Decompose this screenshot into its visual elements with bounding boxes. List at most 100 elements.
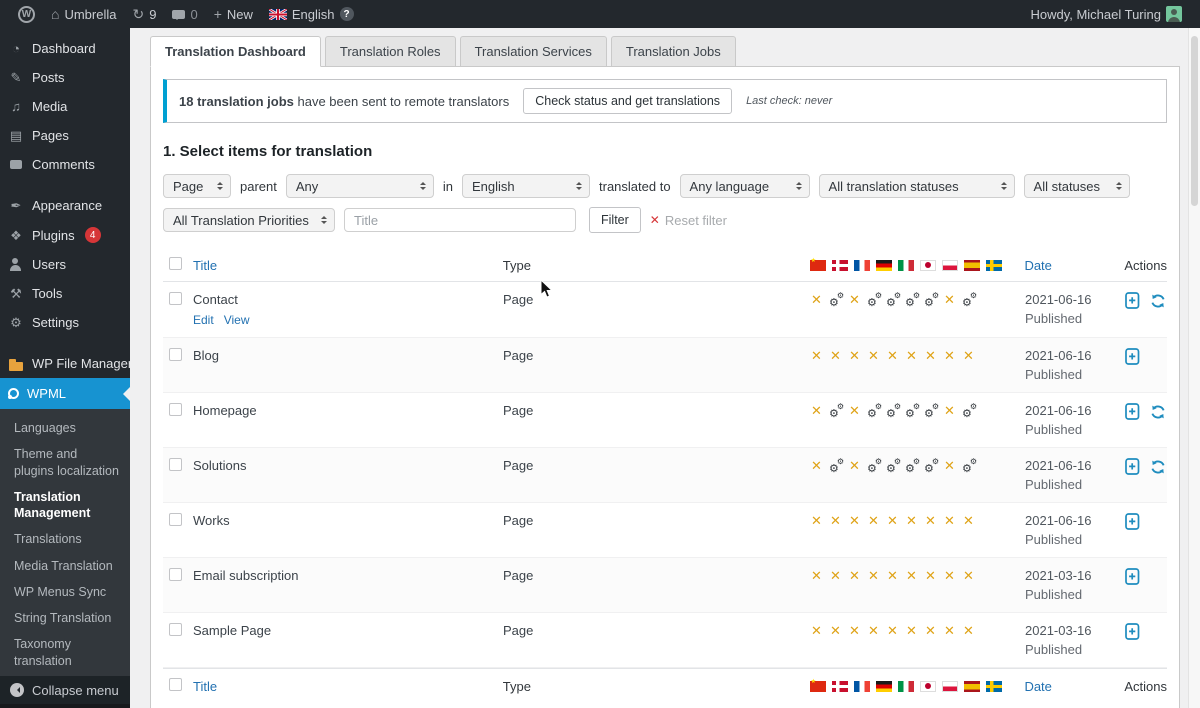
status-not-translated-icon[interactable]: ✕ — [848, 568, 861, 584]
status-not-translated-icon[interactable]: ✕ — [829, 568, 842, 584]
add-translation-icon[interactable] — [1125, 513, 1140, 530]
sidebar-item-media[interactable]: ♫Media — [0, 92, 130, 121]
row-checkbox[interactable] — [169, 568, 182, 581]
status-in-progress-icon[interactable]: ⚙⚙ — [962, 404, 975, 419]
status-not-translated-icon[interactable]: ✕ — [810, 623, 823, 639]
parent-select[interactable]: Any — [286, 174, 434, 198]
status-in-progress-icon[interactable]: ⚙⚙ — [924, 404, 937, 419]
status-in-progress-icon[interactable]: ⚙⚙ — [867, 293, 880, 308]
sidebar-item-dashboard[interactable]: ◔Dashboard — [0, 34, 130, 63]
sidebar-item-string-translation[interactable]: String Translation — [0, 605, 130, 631]
status-not-translated-icon[interactable]: ✕ — [905, 348, 918, 364]
add-translation-icon[interactable] — [1125, 458, 1140, 475]
status-not-translated-icon[interactable]: ✕ — [943, 292, 956, 308]
priority-select[interactable]: All Translation Priorities — [163, 208, 335, 232]
status-not-translated-icon[interactable]: ✕ — [943, 568, 956, 584]
wp-logo-menu[interactable]: W — [10, 0, 43, 28]
sidebar-item-posts[interactable]: ✎Posts — [0, 63, 130, 92]
sync-translation-icon[interactable] — [1150, 459, 1166, 475]
sidebar-item-translations[interactable]: Translations — [0, 526, 130, 552]
status-not-translated-icon[interactable]: ✕ — [943, 403, 956, 419]
title-column-footer[interactable]: Title — [193, 679, 217, 694]
row-checkbox[interactable] — [169, 623, 182, 636]
date-column-footer[interactable]: Date — [1024, 679, 1051, 694]
sidebar-item-wp-menus-sync[interactable]: WP Menus Sync — [0, 579, 130, 605]
date-column-header[interactable]: Date — [1024, 258, 1051, 273]
status-in-progress-icon[interactable]: ⚙⚙ — [886, 404, 899, 419]
sidebar-item-comments[interactable]: Comments — [0, 150, 130, 179]
sidebar-item-translation-management[interactable]: Translation Management — [0, 484, 130, 527]
status-in-progress-icon[interactable]: ⚙⚙ — [924, 459, 937, 474]
status-in-progress-icon[interactable]: ⚙⚙ — [886, 459, 899, 474]
scrollbar[interactable] — [1188, 28, 1200, 708]
sidebar-item-tools[interactable]: ⚒Tools — [0, 279, 130, 308]
status-in-progress-icon[interactable]: ⚙⚙ — [886, 293, 899, 308]
my-account-menu[interactable]: Howdy, Michael Turing — [1022, 0, 1190, 28]
updates-menu[interactable]: ↻9 — [124, 0, 164, 28]
select-all-checkbox[interactable] — [169, 678, 182, 691]
new-content-menu[interactable]: +New — [206, 0, 261, 28]
add-translation-icon[interactable] — [1125, 568, 1140, 585]
status-not-translated-icon[interactable]: ✕ — [962, 348, 975, 364]
status-in-progress-icon[interactable]: ⚙⚙ — [924, 293, 937, 308]
row-checkbox[interactable] — [169, 348, 182, 361]
status-not-translated-icon[interactable]: ✕ — [905, 513, 918, 529]
status-not-translated-icon[interactable]: ✕ — [848, 458, 861, 474]
status-not-translated-icon[interactable]: ✕ — [810, 513, 823, 529]
sidebar-item-taxonomy-translation[interactable]: Taxonomy translation — [0, 631, 130, 674]
status-not-translated-icon[interactable]: ✕ — [867, 513, 880, 529]
add-translation-icon[interactable] — [1125, 292, 1140, 309]
row-link-view[interactable]: View — [224, 313, 250, 327]
status-not-translated-icon[interactable]: ✕ — [924, 513, 937, 529]
sidebar-item-users[interactable]: Users — [0, 250, 130, 279]
status-not-translated-icon[interactable]: ✕ — [829, 348, 842, 364]
status-not-translated-icon[interactable]: ✕ — [848, 403, 861, 419]
sidebar-item-wpml[interactable]: WPML — [0, 378, 130, 409]
tab-translation-services[interactable]: Translation Services — [460, 36, 607, 67]
add-translation-icon[interactable] — [1125, 403, 1140, 420]
select-all-checkbox[interactable] — [169, 257, 182, 270]
status-in-progress-icon[interactable]: ⚙⚙ — [905, 293, 918, 308]
filter-button[interactable]: Filter — [589, 207, 641, 233]
status-not-translated-icon[interactable]: ✕ — [962, 623, 975, 639]
status-not-translated-icon[interactable]: ✕ — [867, 568, 880, 584]
site-name-menu[interactable]: ⌂Umbrella — [43, 0, 124, 28]
status-in-progress-icon[interactable]: ⚙⚙ — [962, 459, 975, 474]
sidebar-item-plugins[interactable]: ❖Plugins4 — [0, 220, 130, 250]
sync-translation-icon[interactable] — [1150, 293, 1166, 309]
status-not-translated-icon[interactable]: ✕ — [829, 513, 842, 529]
status-in-progress-icon[interactable]: ⚙⚙ — [962, 293, 975, 308]
status-in-progress-icon[interactable]: ⚙⚙ — [867, 404, 880, 419]
status-not-translated-icon[interactable]: ✕ — [848, 623, 861, 639]
title-filter-input[interactable] — [344, 208, 576, 232]
row-checkbox[interactable] — [169, 458, 182, 471]
status-not-translated-icon[interactable]: ✕ — [924, 348, 937, 364]
status-not-translated-icon[interactable]: ✕ — [943, 458, 956, 474]
source-language-select[interactable]: English — [462, 174, 590, 198]
status-in-progress-icon[interactable]: ⚙⚙ — [829, 404, 842, 419]
status-in-progress-icon[interactable]: ⚙⚙ — [829, 459, 842, 474]
row-checkbox[interactable] — [169, 292, 182, 305]
add-translation-icon[interactable] — [1125, 623, 1140, 640]
collapse-menu-button[interactable]: Collapse menu — [0, 676, 130, 704]
add-translation-icon[interactable] — [1125, 348, 1140, 365]
row-checkbox[interactable] — [169, 403, 182, 416]
comments-menu[interactable]: 0 — [164, 0, 205, 28]
sidebar-item-media-translation[interactable]: Media Translation — [0, 553, 130, 579]
check-status-button[interactable]: Check status and get translations — [523, 88, 732, 114]
status-not-translated-icon[interactable]: ✕ — [886, 513, 899, 529]
status-not-translated-icon[interactable]: ✕ — [943, 348, 956, 364]
sync-translation-icon[interactable] — [1150, 404, 1166, 420]
row-checkbox[interactable] — [169, 513, 182, 526]
status-not-translated-icon[interactable]: ✕ — [848, 513, 861, 529]
status-not-translated-icon[interactable]: ✕ — [924, 568, 937, 584]
status-not-translated-icon[interactable]: ✕ — [886, 348, 899, 364]
status-not-translated-icon[interactable]: ✕ — [943, 513, 956, 529]
target-language-select[interactable]: Any language — [680, 174, 810, 198]
translation-status-select[interactable]: All translation statuses — [819, 174, 1015, 198]
row-link-edit[interactable]: Edit — [193, 313, 214, 327]
sidebar-item-appearance[interactable]: ✒Appearance — [0, 191, 130, 220]
tab-translation-jobs[interactable]: Translation Jobs — [611, 36, 736, 67]
language-switcher[interactable]: English ? — [261, 0, 362, 28]
status-not-translated-icon[interactable]: ✕ — [905, 568, 918, 584]
